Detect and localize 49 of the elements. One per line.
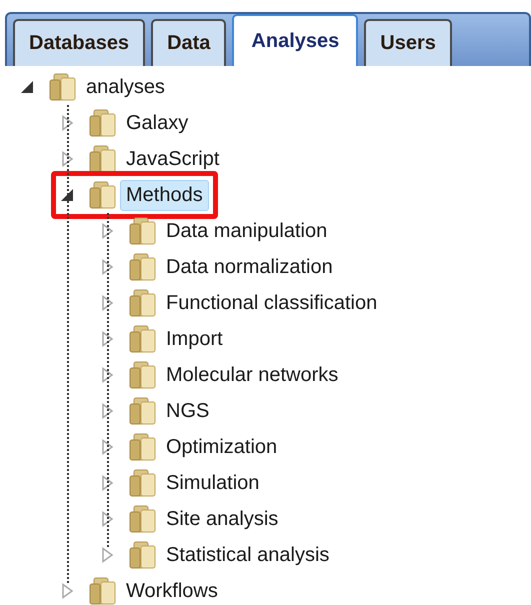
folder-icon [88, 576, 118, 605]
folder-icon [128, 324, 158, 354]
folder-icon [128, 432, 158, 462]
collapsed-toggle-icon[interactable] [60, 151, 74, 167]
folder-icon [128, 216, 158, 246]
collapsed-toggle-icon[interactable] [100, 367, 114, 383]
folder-icon [88, 144, 118, 174]
tab[interactable]: Analyses [232, 14, 358, 66]
folder-label[interactable]: Galaxy [120, 108, 194, 138]
collapsed-toggle-icon[interactable] [100, 403, 114, 419]
folder-label[interactable]: JavaScript [120, 144, 226, 174]
folder-icon [88, 180, 118, 210]
expanded-toggle-icon[interactable] [60, 188, 74, 202]
folder-label[interactable]: Workflows [120, 576, 224, 605]
folder-label[interactable]: Optimization [160, 432, 284, 462]
tab[interactable]: Databases [13, 19, 146, 66]
tab[interactable]: Data [151, 19, 226, 66]
folder-label[interactable]: analyses [80, 72, 171, 102]
folder-label[interactable]: Site analysis [160, 504, 284, 534]
tab[interactable]: Users [364, 19, 452, 66]
collapsed-toggle-icon[interactable] [100, 547, 114, 563]
collapsed-toggle-icon[interactable] [100, 511, 114, 527]
folder-icon [48, 72, 78, 102]
folder-label[interactable]: Statistical analysis [160, 540, 336, 570]
folder-label[interactable]: Methods [120, 180, 209, 210]
collapsed-toggle-icon[interactable] [100, 259, 114, 275]
collapsed-toggle-icon[interactable] [60, 115, 74, 131]
collapsed-toggle-icon[interactable] [100, 295, 114, 311]
folder-label[interactable]: Molecular networks [160, 360, 344, 390]
folder-label[interactable]: Data manipulation [160, 216, 334, 246]
folder-icon [128, 540, 158, 570]
folder-icon [128, 360, 158, 390]
folder-icon [128, 396, 158, 426]
folder-label[interactable]: Functional classification [160, 288, 384, 318]
folder-label[interactable]: Import [160, 324, 229, 354]
collapsed-toggle-icon[interactable] [100, 475, 114, 491]
collapsed-toggle-icon[interactable] [100, 439, 114, 455]
collapsed-toggle-icon[interactable] [60, 583, 74, 599]
folder-icon [128, 504, 158, 534]
collapsed-toggle-icon[interactable] [100, 331, 114, 347]
folder-label[interactable]: Simulation [160, 468, 266, 498]
folder-icon [128, 468, 158, 498]
folder-icon [88, 108, 118, 138]
folder-icon [128, 288, 158, 318]
collapsed-toggle-icon[interactable] [100, 223, 114, 239]
expanded-toggle-icon[interactable] [20, 80, 34, 94]
folder-icon [128, 252, 158, 282]
folder-label[interactable]: Data normalization [160, 252, 339, 282]
folder-label[interactable]: NGS [160, 396, 216, 426]
